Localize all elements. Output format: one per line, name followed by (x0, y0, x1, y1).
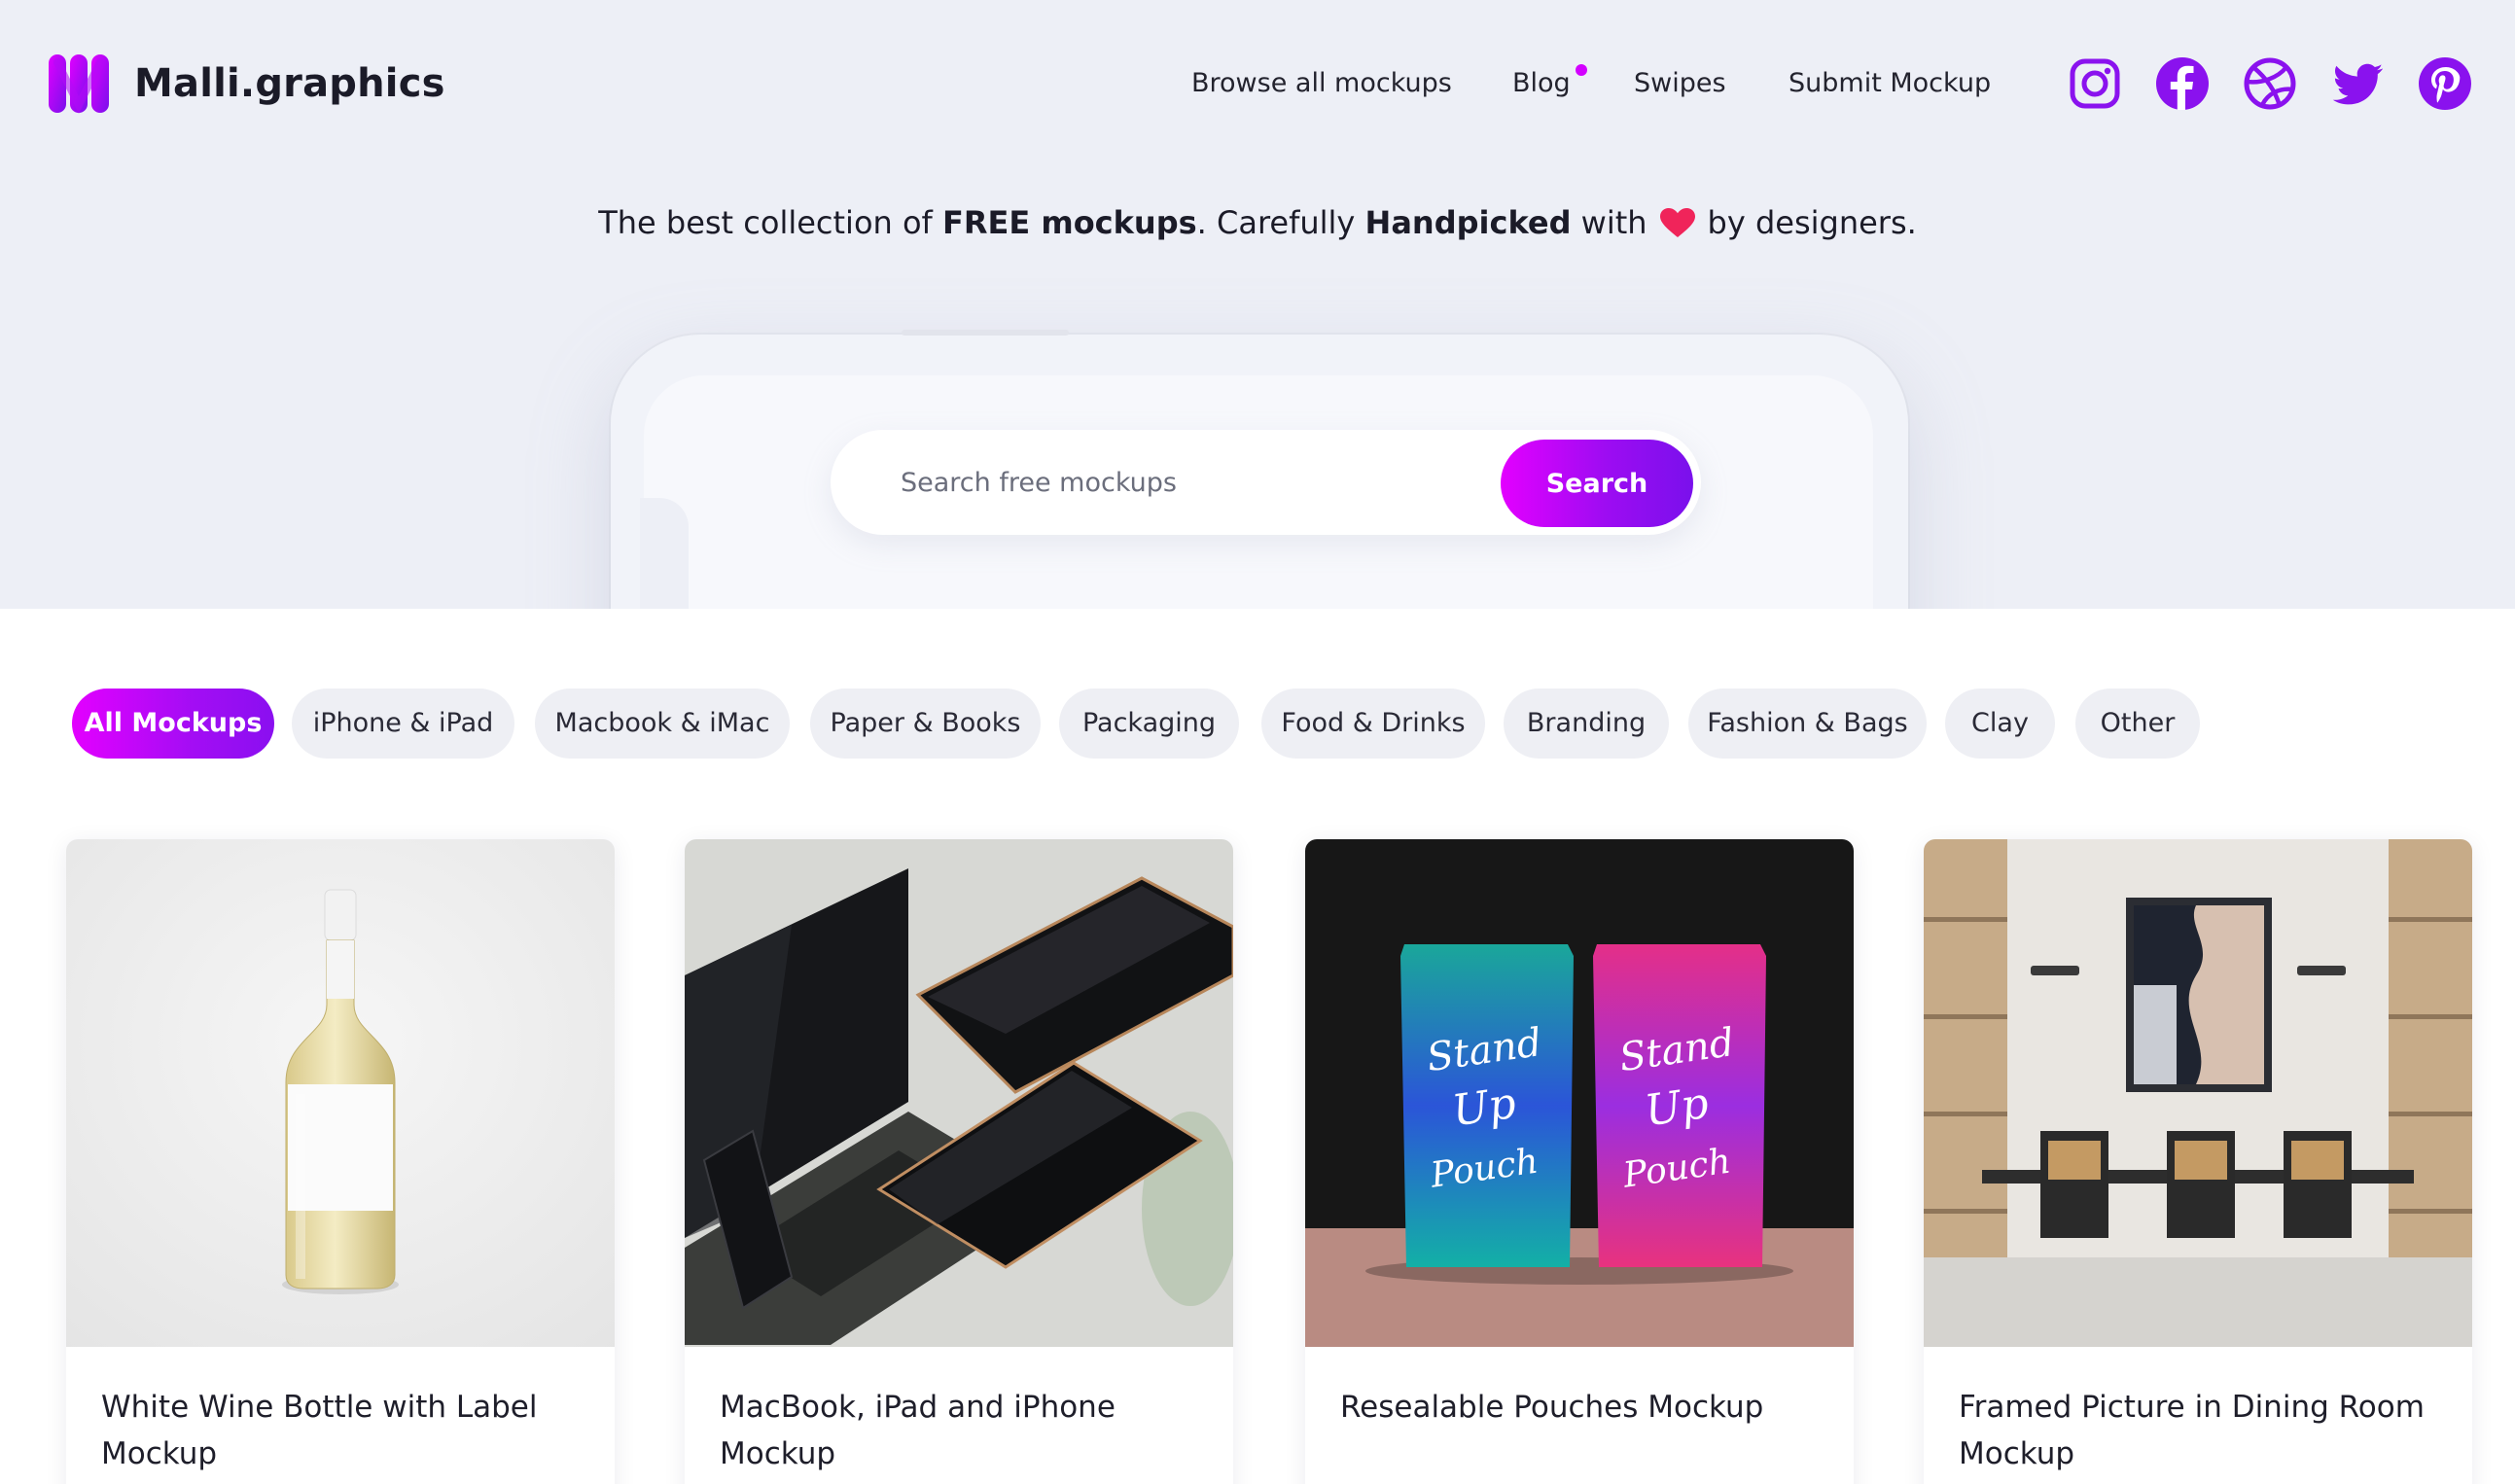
nav-submit-mockup[interactable]: Submit Mockup (1789, 62, 1991, 105)
mockup-card-title[interactable]: White Wine Bottle with Label Mockup (101, 1384, 587, 1477)
filter-fashion-bags[interactable]: Fashion & Bags (1688, 689, 1927, 759)
filter-all-mockups[interactable]: All Mockups (72, 689, 274, 759)
brand-name: Malli.graphics (134, 61, 445, 106)
tagline-text-2: . Carefully (1196, 204, 1365, 241)
filter-food-drinks[interactable]: Food & Drinks (1261, 689, 1485, 759)
filter-branding[interactable]: Branding (1504, 689, 1669, 759)
pouch-2-label: Up (1642, 1078, 1712, 1137)
mockup-card-title[interactable]: MacBook, iPad and iPhone Mockup (720, 1384, 1206, 1477)
nav-swipes[interactable]: Swipes (1634, 62, 1726, 105)
mockup-thumbnail-pouches[interactable]: Stand Up Pouch Stand Up Pouch (1305, 839, 1854, 1347)
tagline-text-3: with (1571, 204, 1647, 241)
mockup-card[interactable]: White Wine Bottle with Label Mockup (66, 839, 615, 1484)
pouch-1-label: Up (1449, 1078, 1519, 1137)
search-input[interactable] (901, 457, 1465, 508)
search-form: Search (831, 430, 1701, 535)
tagline-bold-free-mockups: FREE mockups (941, 204, 1197, 241)
mockup-thumbnail-wine-bottle[interactable] (66, 839, 615, 1347)
mockup-card-title[interactable]: Framed Picture in Dining Room Mockup (1959, 1384, 2445, 1477)
instagram-icon[interactable] (2068, 56, 2122, 111)
facebook-icon[interactable] (2155, 56, 2210, 111)
filter-packaging[interactable]: Packaging (1059, 689, 1239, 759)
tagline-bold-handpicked: Handpicked (1364, 204, 1572, 241)
heart-icon (1659, 208, 1695, 237)
blog-new-indicator (1576, 64, 1587, 76)
tagline-text-1: The best collection of (598, 204, 942, 241)
logo-mark-icon (49, 54, 109, 114)
hero-section: Malli.graphics Browse all mockups Blog S… (0, 0, 2515, 609)
filter-macbook-imac[interactable]: Macbook & iMac (535, 689, 790, 759)
phone-side-button (902, 330, 1069, 336)
search-button[interactable]: Search (1501, 440, 1693, 527)
pinterest-icon[interactable] (2418, 56, 2472, 111)
mockup-card[interactable]: MacBook, iPad and iPhone Mockup (685, 839, 1233, 1484)
mockup-thumbnail-devices[interactable] (685, 839, 1233, 1347)
site-logo[interactable]: Malli.graphics (49, 51, 445, 117)
mockup-card[interactable]: Framed Picture in Dining Room Mockup (1924, 839, 2472, 1484)
filter-clay[interactable]: Clay (1945, 689, 2055, 759)
page: Malli.graphics Browse all mockups Blog S… (0, 0, 2515, 1484)
twitter-icon[interactable] (2330, 56, 2385, 111)
mockup-thumbnail-dining-room[interactable] (1924, 839, 2472, 1347)
filter-other[interactable]: Other (2075, 689, 2200, 759)
hero-tagline: The best collection of FREE mockups. Car… (0, 204, 2515, 241)
dribbble-icon[interactable] (2243, 56, 2297, 111)
mockup-card[interactable]: Stand Up Pouch Stand Up Pouch Resealable… (1305, 839, 1854, 1484)
nav-blog[interactable]: Blog (1512, 62, 1571, 105)
phone-screen-notch (640, 498, 689, 609)
nav-browse-all-mockups[interactable]: Browse all mockups (1191, 62, 1452, 105)
mockup-card-title[interactable]: Resealable Pouches Mockup (1340, 1384, 1826, 1431)
filter-iphone-ipad[interactable]: iPhone & iPad (292, 689, 514, 759)
filter-paper-books[interactable]: Paper & Books (810, 689, 1041, 759)
tagline-text-4: by designers. (1707, 204, 1917, 241)
